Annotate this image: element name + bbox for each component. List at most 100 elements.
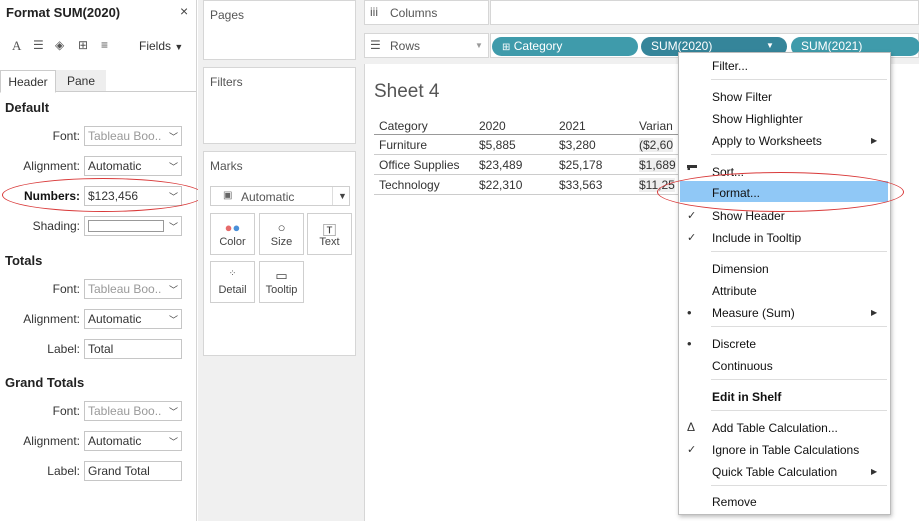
totals-alignment-dropdown[interactable]: Automatic ﹀ (84, 309, 182, 329)
row-label[interactable]: Office Supplies (379, 158, 460, 172)
mark-type-value: Automatic (241, 190, 295, 204)
size-icon: ○ (277, 220, 286, 235)
cards-column: Pages Filters Marks ▣ Automatic ▼ ●● Colo… (198, 0, 364, 521)
default-font-value: Tableau Boo.. (88, 129, 162, 143)
menu-item-add-table-calculation[interactable]: Add Table Calculation... (712, 421, 838, 435)
chevron-down-icon: ▼ (475, 41, 483, 50)
grand-totals-alignment-value: Automatic (88, 434, 142, 448)
alignment-icon[interactable]: ☰ (33, 38, 44, 52)
delta-icon: Δ (687, 420, 696, 434)
mark-type-dropdown[interactable]: ▣ Automatic ▼ (210, 186, 350, 206)
tab-header[interactable]: Header (0, 70, 56, 93)
checkmark-icon: ✓ (687, 232, 697, 244)
table-cell[interactable]: $23,489 (479, 158, 522, 172)
menu-item-include-in-tooltip[interactable]: Include in Tooltip (712, 231, 801, 245)
default-alignment-value: Automatic (88, 159, 142, 173)
menu-item-measure-sum[interactable]: Measure (Sum) (712, 306, 795, 320)
format-tabs: Header Pane (0, 70, 196, 93)
totals-label-field[interactable]: Total (84, 339, 182, 359)
default-alignment-dropdown[interactable]: Automatic ﹀ (84, 156, 182, 176)
plus-icon: ⊞ (502, 42, 511, 53)
bullet-icon: • (687, 305, 692, 320)
table-cell[interactable]: $5,885 (479, 138, 516, 152)
col-header-category[interactable]: Category (379, 119, 428, 133)
pages-card-title: Pages (210, 8, 245, 22)
header-divider (374, 134, 678, 135)
table-cell[interactable]: $33,563 (559, 178, 602, 192)
borders-icon[interactable]: ⊞ (78, 38, 88, 52)
chevron-down-icon: ﹀ (168, 437, 178, 447)
menu-item-continuous[interactable]: Continuous (712, 359, 773, 373)
col-header-variance[interactable]: Varian (639, 119, 673, 133)
fields-dropdown[interactable]: Fields ▼ (139, 39, 183, 53)
menu-separator (711, 485, 887, 486)
shading-swatch (88, 220, 164, 232)
chevron-down-icon: ▼ (766, 41, 774, 50)
row-label[interactable]: Technology (379, 178, 440, 192)
row-label[interactable]: Furniture (379, 138, 427, 152)
menu-item-discrete[interactable]: Discrete (712, 337, 756, 351)
col-header-2021[interactable]: 2021 (559, 119, 586, 133)
table-cell[interactable]: $1,689 (639, 158, 676, 172)
shading-icon[interactable]: ◈ (55, 38, 64, 52)
menu-separator (711, 251, 887, 252)
table-cell[interactable]: $25,178 (559, 158, 602, 172)
size-label: Size (270, 236, 293, 248)
table-cell[interactable]: $22,310 (479, 178, 522, 192)
menu-item-edit-in-shelf[interactable]: Edit in Shelf (712, 390, 781, 404)
pill-category-label: Category (513, 39, 563, 53)
annotation-ellipse-format (657, 172, 904, 212)
table-cell[interactable]: $3,280 (559, 138, 596, 152)
default-shading-dropdown[interactable]: ﹀ (84, 216, 182, 236)
table-cell[interactable]: ($2,60 (639, 138, 674, 152)
lines-icon[interactable]: ≡ (101, 38, 108, 52)
close-icon[interactable]: × (180, 3, 188, 19)
submenu-arrow-icon: ▶ (871, 467, 878, 476)
color-label: Color (219, 236, 246, 248)
rows-label: Rows (390, 39, 421, 53)
grand-totals-alignment-label: Alignment: (23, 434, 80, 448)
menu-item-attribute[interactable]: Attribute (712, 284, 757, 298)
color-button[interactable]: ●● Color (210, 213, 255, 255)
col-header-2020[interactable]: 2020 (479, 119, 506, 133)
format-pane: Format SUM(2020) × A ☰ ◈ ⊞ ≡ Fields ▼ He… (0, 0, 204, 521)
pill-category[interactable]: ⊞ Category (492, 37, 638, 56)
menu-item-show-highlighter[interactable]: Show Highlighter (712, 112, 803, 126)
tab-pane[interactable]: Pane (56, 70, 106, 92)
pages-card[interactable]: Pages (203, 0, 356, 60)
chevron-down-icon: ﹀ (168, 162, 178, 172)
menu-item-ignore-in-table-calculations[interactable]: Ignore in Table Calculations (712, 443, 859, 457)
filters-card-title: Filters (210, 75, 243, 89)
menu-item-quick-table-calculation[interactable]: Quick Table Calculation (712, 465, 837, 479)
color-icon: ●● (224, 220, 241, 235)
checkmark-icon: ✓ (687, 444, 697, 456)
grand-totals-alignment-dropdown[interactable]: Automatic ﹀ (84, 431, 182, 451)
tooltip-button[interactable]: ▭ Tooltip (259, 261, 304, 303)
columns-shelf[interactable] (490, 0, 919, 25)
default-heading: Default (5, 100, 50, 115)
filters-card[interactable]: Filters (203, 67, 356, 144)
row-divider (374, 194, 678, 195)
fields-label: Fields (139, 39, 172, 53)
menu-item-remove[interactable]: Remove (712, 495, 757, 509)
marks-card: Marks ▣ Automatic ▼ ●● Color ○ Size 🅃 Text … (203, 151, 356, 356)
default-font-dropdown[interactable]: Tableau Boo.. ﹀ (84, 126, 182, 146)
totals-font-dropdown[interactable]: Tableau Boo.. ﹀ (84, 279, 182, 299)
menu-separator (711, 154, 887, 155)
font-icon[interactable]: A (12, 38, 21, 54)
totals-font-label: Font: (52, 282, 80, 296)
chevron-down-icon: ﹀ (168, 315, 178, 325)
default-font-label: Font: (52, 129, 80, 143)
chevron-down-icon: ﹀ (168, 132, 178, 142)
menu-item-apply-to-worksheets[interactable]: Apply to Worksheets (712, 134, 822, 148)
menu-item-filter[interactable]: Filter... (712, 59, 748, 73)
menu-separator (711, 79, 887, 80)
menu-item-show-filter[interactable]: Show Filter (712, 90, 772, 104)
context-menu: Filter... Show Filter Show Highlighter A… (678, 52, 891, 515)
grand-totals-font-dropdown[interactable]: Tableau Boo.. ﹀ (84, 401, 182, 421)
menu-item-dimension[interactable]: Dimension (712, 262, 769, 276)
grand-totals-label-field[interactable]: Grand Total (84, 461, 182, 481)
text-button[interactable]: 🅃 Text (307, 213, 352, 255)
size-button[interactable]: ○ Size (259, 213, 304, 255)
detail-button[interactable]: ⁘ Detail (210, 261, 255, 303)
